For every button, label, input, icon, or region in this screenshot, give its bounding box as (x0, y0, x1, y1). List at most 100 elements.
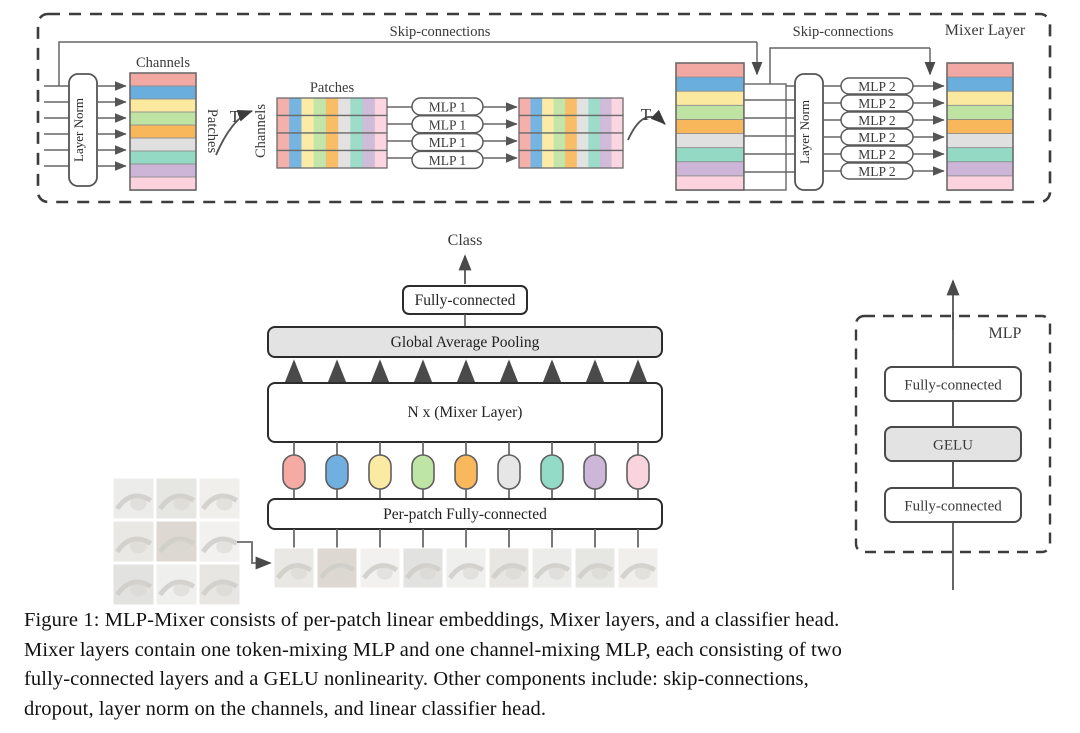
input-image-patch-detail2 (130, 539, 147, 554)
mlp-detail-title: MLP (989, 325, 1022, 342)
patch-stripe (338, 98, 351, 116)
token-capsule (583, 454, 607, 490)
layer-norm-1-input-lines (44, 85, 69, 167)
patch-strip (273, 547, 659, 589)
strip-patch-detail2 (376, 566, 393, 580)
strip-patch-detail2 (505, 566, 522, 580)
input-image-patch-detail2 (173, 582, 190, 597)
channels-label-1: Channels (136, 55, 190, 71)
patch-stripe (588, 133, 601, 151)
figure-caption: Figure 1: MLP-Mixer consists of per-patc… (24, 606, 1064, 724)
strip-patch-detail2 (634, 566, 651, 580)
channel-band (675, 76, 745, 93)
patch-stripe (350, 150, 363, 169)
mlp2-output-arrows (913, 81, 945, 176)
patch-stripe (565, 150, 578, 169)
patch-stripe (350, 98, 363, 116)
patch-stripe (611, 115, 624, 134)
patch-stripe (325, 150, 339, 169)
patch-stripe (350, 133, 363, 151)
patch-block-2 (518, 97, 624, 169)
caption-line-3: fully-connected layers and a GELU nonlin… (24, 668, 809, 690)
input-image-patch-detail2 (173, 539, 190, 554)
token-capsule (626, 454, 650, 490)
token-capsule (454, 454, 478, 490)
patch-stripe (289, 133, 302, 151)
channel-band (946, 133, 1014, 149)
head-fully-connected-label: Fully-connected (415, 292, 516, 309)
channel-band (129, 176, 197, 191)
patch-stripe (576, 98, 589, 116)
input-image-patch-detail2 (173, 496, 190, 511)
transpose-symbol-2: T (641, 105, 652, 124)
channel-band (675, 133, 745, 149)
patch-stripe (599, 150, 612, 169)
mlp-detail-panel: MLP Fully-connected GELU Fully-connected (854, 279, 1052, 590)
patch-stripe (611, 133, 624, 151)
token-embedding-row (282, 442, 650, 499)
input-image-patch-detail2 (216, 539, 233, 554)
channel-band (675, 147, 745, 163)
channel-band (946, 76, 1014, 93)
channels-label-2: Channels (253, 104, 269, 158)
mlp1-label: MLP 1 (429, 135, 466, 150)
caption-line-1: Figure 1: MLP-Mixer consists of per-patc… (24, 609, 840, 631)
channel-band (675, 118, 745, 135)
patch-stripe (289, 115, 302, 134)
patch-stripe (519, 133, 531, 151)
input-image-patch-detail2 (130, 582, 147, 597)
mlp1-label: MLP 1 (429, 153, 466, 168)
token-capsule (497, 454, 521, 490)
patch-stripe (301, 98, 315, 116)
stack-2-routing-lines (743, 83, 787, 191)
patch-stripe (576, 133, 589, 151)
patch-stripe (301, 115, 315, 134)
channel-band (129, 85, 197, 100)
patch-stripe (565, 98, 578, 116)
channel-band (675, 62, 745, 78)
mixer-layer-panel: Layer Norm Channels Patches T Channels P… (36, 12, 1052, 204)
patch-stripe (599, 115, 612, 134)
patch-stripe (611, 150, 624, 169)
patch-to-fc-lines (293, 529, 639, 548)
transpose-symbol-1: T (230, 107, 241, 126)
channel-band (946, 147, 1014, 163)
patch-stripe (362, 133, 376, 151)
mlp2-label: MLP 2 (858, 79, 895, 94)
patch-stripe (301, 133, 315, 151)
patch-stripe (542, 133, 555, 151)
token-capsule (282, 454, 306, 490)
patch-stripe (338, 150, 351, 169)
patch-stripe (553, 150, 566, 169)
patch-stripe (576, 115, 589, 134)
patch-stripe (530, 133, 543, 151)
patch-stripe (519, 98, 531, 116)
token-capsule (368, 454, 392, 490)
mlp-block-label: GELU (933, 438, 973, 454)
patch-stripe (530, 150, 543, 169)
patch-stripe (565, 133, 578, 151)
patch-stripe (374, 150, 388, 169)
layer-norm-1-output-arrows (97, 81, 127, 171)
input-image-patch-detail2 (216, 496, 233, 511)
patch-stripe (588, 115, 601, 134)
channel-stack-3 (946, 62, 1014, 191)
channel-band (675, 175, 745, 191)
patch-stripe (519, 115, 531, 134)
mlp1-label: MLP 1 (429, 100, 466, 115)
patch-stripe (374, 98, 388, 116)
mixer-layer-title: Mixer Layer (945, 22, 1026, 39)
mlp2-label: MLP 2 (858, 147, 895, 162)
input-image-grid (112, 477, 241, 606)
strip-patch-detail2 (591, 566, 608, 580)
patch-stripe (325, 133, 339, 151)
channel-band (946, 90, 1014, 107)
caption-line-2: Mixer layers contain one token-mixing ML… (24, 638, 843, 661)
mlp1-box-group: MLP 1 MLP 1 MLP 1 MLP 1 (411, 97, 484, 170)
mlp2-input-lines (823, 85, 841, 172)
mlp2-label: MLP 2 (858, 113, 895, 128)
channel-band (946, 104, 1014, 121)
strip-patch-detail2 (419, 566, 436, 580)
token-capsule (325, 454, 349, 490)
patch-stripe (542, 98, 555, 116)
